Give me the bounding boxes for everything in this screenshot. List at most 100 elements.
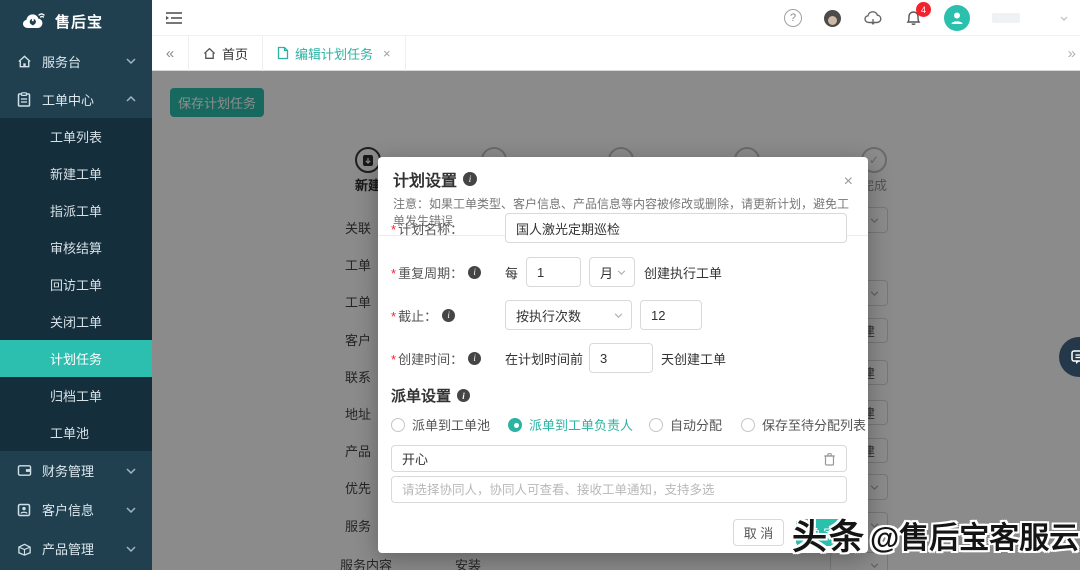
- tabbar: « 首页 编辑计划任务 × »: [152, 36, 1080, 71]
- topbar-icons: ? 4: [784, 0, 1068, 36]
- repeat-interval-input[interactable]: [526, 257, 581, 287]
- radio-dispatch-owner[interactable]: 派单到工单负责人: [508, 415, 633, 434]
- repeat-cycle-label: *重复周期： i: [391, 263, 505, 282]
- create-time-suffix: 天创建工单: [661, 349, 726, 368]
- username-blurred: [992, 13, 1020, 23]
- info-icon[interactable]: i: [468, 352, 481, 365]
- sidebar-item-new-work-order[interactable]: 新建工单: [0, 155, 152, 192]
- home-icon: [16, 53, 32, 69]
- sidebar-group-finance-management[interactable]: 财务管理: [0, 451, 152, 490]
- plan-name-row: *计划名称：: [391, 213, 847, 243]
- product-box-icon: [16, 541, 32, 557]
- sidebar-item-work-order-list[interactable]: 工单列表: [0, 118, 152, 155]
- app-screen: 售后宝 服务台 工单中心 工单列表 新建工单 指派工单 审核结算 回访工单 关闭…: [0, 0, 1080, 570]
- tabs-scroll-left-icon[interactable]: «: [152, 45, 188, 62]
- dispatch-options: 派单到工单池 派单到工单负责人 自动分配 保存至待分配列表: [391, 415, 847, 435]
- sidebar-group-label: 工单中心: [42, 90, 94, 109]
- assignee-field[interactable]: 开心: [391, 445, 847, 472]
- repeat-suffix: 创建执行工单: [644, 263, 722, 282]
- logo: 售后宝: [0, 0, 152, 42]
- user-avatar[interactable]: [944, 5, 970, 31]
- collaborator-field: [391, 476, 847, 503]
- caret-down-icon[interactable]: [1060, 16, 1068, 21]
- sidebar-group-label: 财务管理: [42, 461, 94, 480]
- create-time-row: *创建时间： i 在计划时间前 天创建工单: [391, 343, 847, 373]
- logo-text: 售后宝: [55, 11, 103, 32]
- repeat-cycle-row: *重复周期： i 每 月 创建执行工单: [391, 257, 847, 287]
- assignee-value: 开心: [402, 449, 428, 468]
- create-time-label: *创建时间： i: [391, 349, 505, 368]
- tab-edit-planned-task[interactable]: 编辑计划任务 ×: [262, 36, 406, 71]
- create-days-input[interactable]: [589, 343, 653, 373]
- modal-title: 计划设置: [393, 167, 457, 191]
- radio-selected-icon: [508, 418, 522, 432]
- help-icon[interactable]: ?: [784, 9, 802, 27]
- close-icon[interactable]: ×: [844, 174, 853, 190]
- sidebar-group-customer-info[interactable]: 客户信息: [0, 490, 152, 529]
- sidebar-group-label: 服务台: [42, 52, 81, 71]
- tab-home-label: 首页: [222, 44, 248, 63]
- deadline-row: *截止： i 按执行次数: [391, 300, 847, 330]
- info-icon[interactable]: i: [457, 389, 470, 402]
- document-icon: [277, 46, 289, 60]
- tab-edit-planned-task-label: 编辑计划任务: [295, 44, 373, 63]
- notification-badge: 4: [916, 2, 931, 17]
- deadline-count-input[interactable]: [640, 300, 702, 330]
- topbar: ? 4: [152, 0, 1080, 36]
- plan-name-label: *计划名称：: [391, 219, 505, 238]
- plan-name-input[interactable]: [505, 213, 847, 243]
- deadline-mode-select[interactable]: 按执行次数: [505, 300, 632, 330]
- radio-dispatch-pool[interactable]: 派单到工单池: [391, 415, 490, 434]
- deadline-label: *截止： i: [391, 306, 505, 325]
- sidebar: 售后宝 服务台 工单中心 工单列表 新建工单 指派工单 审核结算 回访工单 关闭…: [0, 0, 152, 570]
- plan-settings-modal: 计划设置 i 注意：如果工单类型、客户信息、产品信息等内容被修改或删除，请更新计…: [378, 157, 868, 553]
- dispatch-section-title: 派单设置 i: [391, 385, 470, 406]
- info-icon[interactable]: i: [463, 172, 477, 186]
- chevron-down-icon: [126, 507, 136, 513]
- notifications-bell-icon[interactable]: 4: [905, 9, 922, 27]
- tab-home[interactable]: 首页: [188, 36, 262, 71]
- radio-icon: [391, 418, 405, 432]
- chevron-down-icon: [126, 546, 136, 552]
- sidebar-item-planned-tasks[interactable]: 计划任务: [0, 340, 152, 377]
- sidebar-item-audit-settlement[interactable]: 审核结算: [0, 229, 152, 266]
- sidebar-item-assign-work-order[interactable]: 指派工单: [0, 192, 152, 229]
- radio-icon: [741, 418, 755, 432]
- mini-profile-icon[interactable]: [824, 10, 841, 27]
- wallet-icon: [16, 463, 32, 479]
- clipboard-icon: [16, 91, 32, 107]
- sidebar-group-label: 产品管理: [42, 539, 94, 558]
- sidebar-group-product-management[interactable]: 产品管理: [0, 529, 152, 568]
- chevron-down-icon: [126, 58, 136, 64]
- create-time-prefix: 在计划时间前: [505, 349, 583, 368]
- cloud-wrench-logo-icon: [20, 10, 48, 32]
- sidebar-item-close-work-order[interactable]: 关闭工单: [0, 303, 152, 340]
- sidebar-item-archived-work-order[interactable]: 归档工单: [0, 377, 152, 414]
- chevron-up-icon: [126, 96, 136, 102]
- tab-close-icon[interactable]: ×: [383, 46, 391, 61]
- home-icon: [203, 47, 216, 60]
- chevron-down-icon: [126, 468, 136, 474]
- cancel-button[interactable]: 取 消: [733, 519, 784, 546]
- tabs-scroll-right-icon[interactable]: »: [1068, 45, 1076, 62]
- sidebar-group-label: 客户信息: [42, 500, 94, 519]
- repeat-prefix: 每: [505, 263, 518, 282]
- work-order-submenu: 工单列表 新建工单 指派工单 审核结算 回访工单 关闭工单 计划任务 归档工单 …: [0, 118, 152, 451]
- info-icon[interactable]: i: [442, 309, 455, 322]
- sidebar-group-work-order-center[interactable]: 工单中心: [0, 80, 152, 118]
- radio-icon: [649, 418, 663, 432]
- menu-fold-icon[interactable]: [164, 9, 184, 27]
- collaborator-input[interactable]: [391, 476, 847, 503]
- repeat-unit-select[interactable]: 月: [589, 257, 635, 287]
- cloud-sync-icon[interactable]: [863, 10, 883, 26]
- watermark-brand: 头条: [792, 509, 866, 560]
- radio-auto-assign[interactable]: 自动分配: [649, 415, 722, 434]
- customer-card-icon: [16, 502, 32, 518]
- delete-icon[interactable]: [823, 452, 836, 466]
- sidebar-item-revisit-work-order[interactable]: 回访工单: [0, 266, 152, 303]
- sidebar-item-work-order-pool[interactable]: 工单池: [0, 414, 152, 451]
- watermark-handle: @售后宝客服云: [870, 513, 1079, 557]
- info-icon[interactable]: i: [468, 266, 481, 279]
- sidebar-group-service-desk[interactable]: 服务台: [0, 42, 152, 80]
- radio-save-to-pending[interactable]: 保存至待分配列表: [741, 415, 866, 434]
